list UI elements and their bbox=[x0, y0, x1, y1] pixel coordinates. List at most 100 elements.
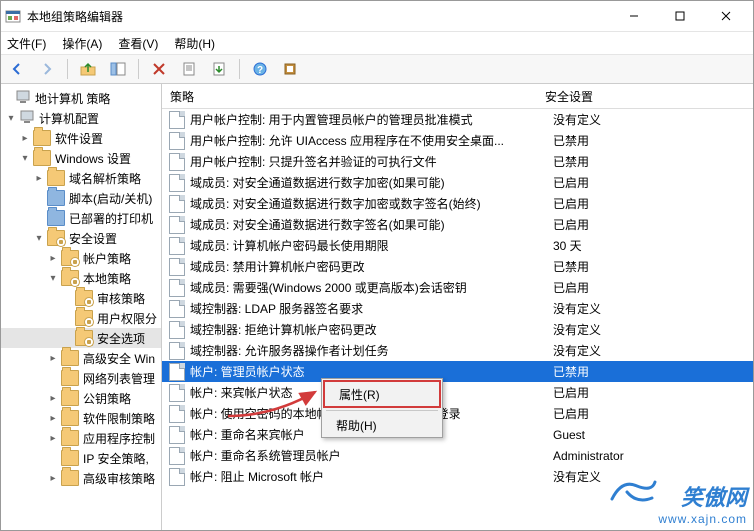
toolbar-separator bbox=[138, 59, 139, 79]
tree-label: 帐户策略 bbox=[81, 250, 133, 267]
policy-setting: 已启用 bbox=[545, 174, 753, 191]
properties-button[interactable] bbox=[177, 57, 201, 81]
policy-row[interactable]: 帐户: 阻止 Microsoft 帐户没有定义 bbox=[162, 466, 753, 487]
column-headers[interactable]: 策略 安全设置 bbox=[162, 84, 753, 109]
minimize-button[interactable] bbox=[611, 1, 657, 31]
policy-icon bbox=[168, 132, 186, 150]
tree-node-name-resolution[interactable]: 域名解析策略 bbox=[1, 168, 161, 188]
folder-icon bbox=[47, 170, 65, 186]
policy-row[interactable]: 域成员: 对安全通道数据进行数字加密(如果可能)已启用 bbox=[162, 172, 753, 193]
policy-row[interactable]: 帐户: 来宾帐户状态已启用 bbox=[162, 382, 753, 403]
context-menu-help[interactable]: 帮助(H) bbox=[322, 413, 442, 437]
folder-lock-icon bbox=[75, 310, 93, 326]
folder-icon bbox=[61, 390, 79, 406]
policy-icon bbox=[168, 342, 186, 360]
up-button[interactable] bbox=[76, 57, 100, 81]
context-menu-properties[interactable]: 属性(R) bbox=[323, 380, 441, 408]
policy-row[interactable]: 用户帐户控制: 用于内置管理员帐户的管理员批准模式没有定义 bbox=[162, 109, 753, 130]
policy-icon bbox=[168, 363, 186, 381]
folder-lock-icon bbox=[61, 270, 79, 286]
tree-node-security-settings[interactable]: 安全设置 bbox=[1, 228, 161, 248]
show-hide-tree-button[interactable] bbox=[106, 57, 130, 81]
menu-file[interactable]: 文件(F) bbox=[7, 35, 46, 52]
tree-label: 本地策略 bbox=[81, 270, 133, 287]
policy-setting: 没有定义 bbox=[545, 111, 753, 128]
policy-row[interactable]: 域成员: 计算机帐户密码最长使用期限30 天 bbox=[162, 235, 753, 256]
column-setting[interactable]: 安全设置 bbox=[537, 88, 753, 105]
policy-name: 域控制器: LDAP 服务器签名要求 bbox=[190, 300, 545, 317]
policy-icon bbox=[168, 321, 186, 339]
menu-action[interactable]: 操作(A) bbox=[62, 35, 102, 52]
policy-row[interactable]: 用户帐户控制: 允许 UIAccess 应用程序在不使用安全桌面...已禁用 bbox=[162, 130, 753, 151]
tree-label: 高级审核策略 bbox=[81, 470, 157, 487]
folder-icon bbox=[47, 190, 65, 206]
tree-node-security-options[interactable]: 安全选项 bbox=[1, 328, 161, 348]
policy-icon bbox=[168, 300, 186, 318]
tree-label: 应用程序控制 bbox=[81, 430, 157, 447]
tree-node-pubkey[interactable]: 公钥策略 bbox=[1, 388, 161, 408]
help-button[interactable]: ? bbox=[248, 57, 272, 81]
policy-icon bbox=[168, 216, 186, 234]
tree-node-user-rights[interactable]: 用户权限分 bbox=[1, 308, 161, 328]
back-button[interactable] bbox=[5, 57, 29, 81]
tree-node-audit-policy[interactable]: 审核策略 bbox=[1, 288, 161, 308]
policy-setting: 已启用 bbox=[545, 405, 753, 422]
tree-node-app-control[interactable]: 应用程序控制 bbox=[1, 428, 161, 448]
tree-node-adv-win[interactable]: 高级安全 Win bbox=[1, 348, 161, 368]
policy-row[interactable]: 域成员: 禁用计算机帐户密码更改已禁用 bbox=[162, 256, 753, 277]
tree-node-software-restrict[interactable]: 软件限制策略 bbox=[1, 408, 161, 428]
tree-node-deployed-printers[interactable]: 已部署的打印机 bbox=[1, 208, 161, 228]
tree-node-ipsec[interactable]: IP 安全策略, bbox=[1, 448, 161, 468]
app-window: 本地组策略编辑器 文件(F) 操作(A) 查看(V) 帮助(H) ? 地计算机 … bbox=[0, 0, 754, 531]
tree-label: 网络列表管理 bbox=[81, 370, 157, 387]
policy-row[interactable]: 域成员: 需要强(Windows 2000 或更高版本)会话密钥已启用 bbox=[162, 277, 753, 298]
tree-node-local-policies[interactable]: 本地策略 bbox=[1, 268, 161, 288]
policy-row[interactable]: 域控制器: 拒绝计算机帐户密码更改没有定义 bbox=[162, 319, 753, 340]
tree-label: 高级安全 Win bbox=[81, 350, 157, 367]
policy-icon bbox=[168, 384, 186, 402]
menu-view[interactable]: 查看(V) bbox=[118, 35, 158, 52]
policy-list[interactable]: 用户帐户控制: 用于内置管理员帐户的管理员批准模式没有定义用户帐户控制: 允许 … bbox=[162, 109, 753, 530]
folder-lock-icon bbox=[47, 230, 65, 246]
forward-button[interactable] bbox=[35, 57, 59, 81]
refresh-button[interactable] bbox=[278, 57, 302, 81]
tree-label: 审核策略 bbox=[95, 290, 147, 307]
policy-row[interactable]: 帐户: 使用空密码的本地帐户只允许进行控制台登录已启用 bbox=[162, 403, 753, 424]
tree-node-root[interactable]: 地计算机 策略 bbox=[1, 88, 161, 108]
policy-row[interactable]: 域控制器: LDAP 服务器签名要求没有定义 bbox=[162, 298, 753, 319]
export-button[interactable] bbox=[207, 57, 231, 81]
folder-icon bbox=[61, 370, 79, 386]
folder-icon bbox=[47, 210, 65, 226]
maximize-button[interactable] bbox=[657, 1, 703, 31]
policy-row[interactable]: 帐户: 重命名系统管理员帐户Administrator bbox=[162, 445, 753, 466]
tree-node-computer-config[interactable]: 计算机配置 bbox=[1, 108, 161, 128]
tree-node-account-policies[interactable]: 帐户策略 bbox=[1, 248, 161, 268]
folder-icon bbox=[61, 430, 79, 446]
policy-row[interactable]: 帐户: 管理员帐户状态已禁用 bbox=[162, 361, 753, 382]
tree-panel[interactable]: 地计算机 策略 计算机配置 软件设置 Windows 设置 域名解析策略 脚本(… bbox=[1, 84, 162, 530]
tree-node-software-settings[interactable]: 软件设置 bbox=[1, 128, 161, 148]
column-policy[interactable]: 策略 bbox=[162, 88, 537, 105]
delete-button[interactable] bbox=[147, 57, 171, 81]
tree-node-network-list[interactable]: 网络列表管理 bbox=[1, 368, 161, 388]
tree-node-windows-settings[interactable]: Windows 设置 bbox=[1, 148, 161, 168]
svg-text:?: ? bbox=[257, 65, 263, 76]
policy-row[interactable]: 域成员: 对安全通道数据进行数字加密或数字签名(始终)已启用 bbox=[162, 193, 753, 214]
policy-row[interactable]: 域成员: 对安全通道数据进行数字签名(如果可能)已启用 bbox=[162, 214, 753, 235]
menu-help[interactable]: 帮助(H) bbox=[174, 35, 215, 52]
tree-label: 已部署的打印机 bbox=[67, 210, 155, 227]
policy-row[interactable]: 域控制器: 允许服务器操作者计划任务没有定义 bbox=[162, 340, 753, 361]
policy-row[interactable]: 用户帐户控制: 只提升签名并验证的可执行文件已禁用 bbox=[162, 151, 753, 172]
folder-icon bbox=[33, 150, 51, 166]
policy-icon bbox=[168, 468, 186, 486]
tree-label: 安全设置 bbox=[67, 230, 119, 247]
policy-icon bbox=[168, 111, 186, 129]
toolbar-separator bbox=[239, 59, 240, 79]
close-button[interactable] bbox=[703, 1, 749, 31]
policy-name: 用户帐户控制: 用于内置管理员帐户的管理员批准模式 bbox=[190, 111, 545, 128]
menu-bar: 文件(F) 操作(A) 查看(V) 帮助(H) bbox=[1, 32, 753, 55]
policy-row[interactable]: 帐户: 重命名来宾帐户Guest bbox=[162, 424, 753, 445]
tree-node-adv-audit[interactable]: 高级审核策略 bbox=[1, 468, 161, 488]
tree-node-scripts[interactable]: 脚本(启动/关机) bbox=[1, 188, 161, 208]
toolbar-separator bbox=[67, 59, 68, 79]
